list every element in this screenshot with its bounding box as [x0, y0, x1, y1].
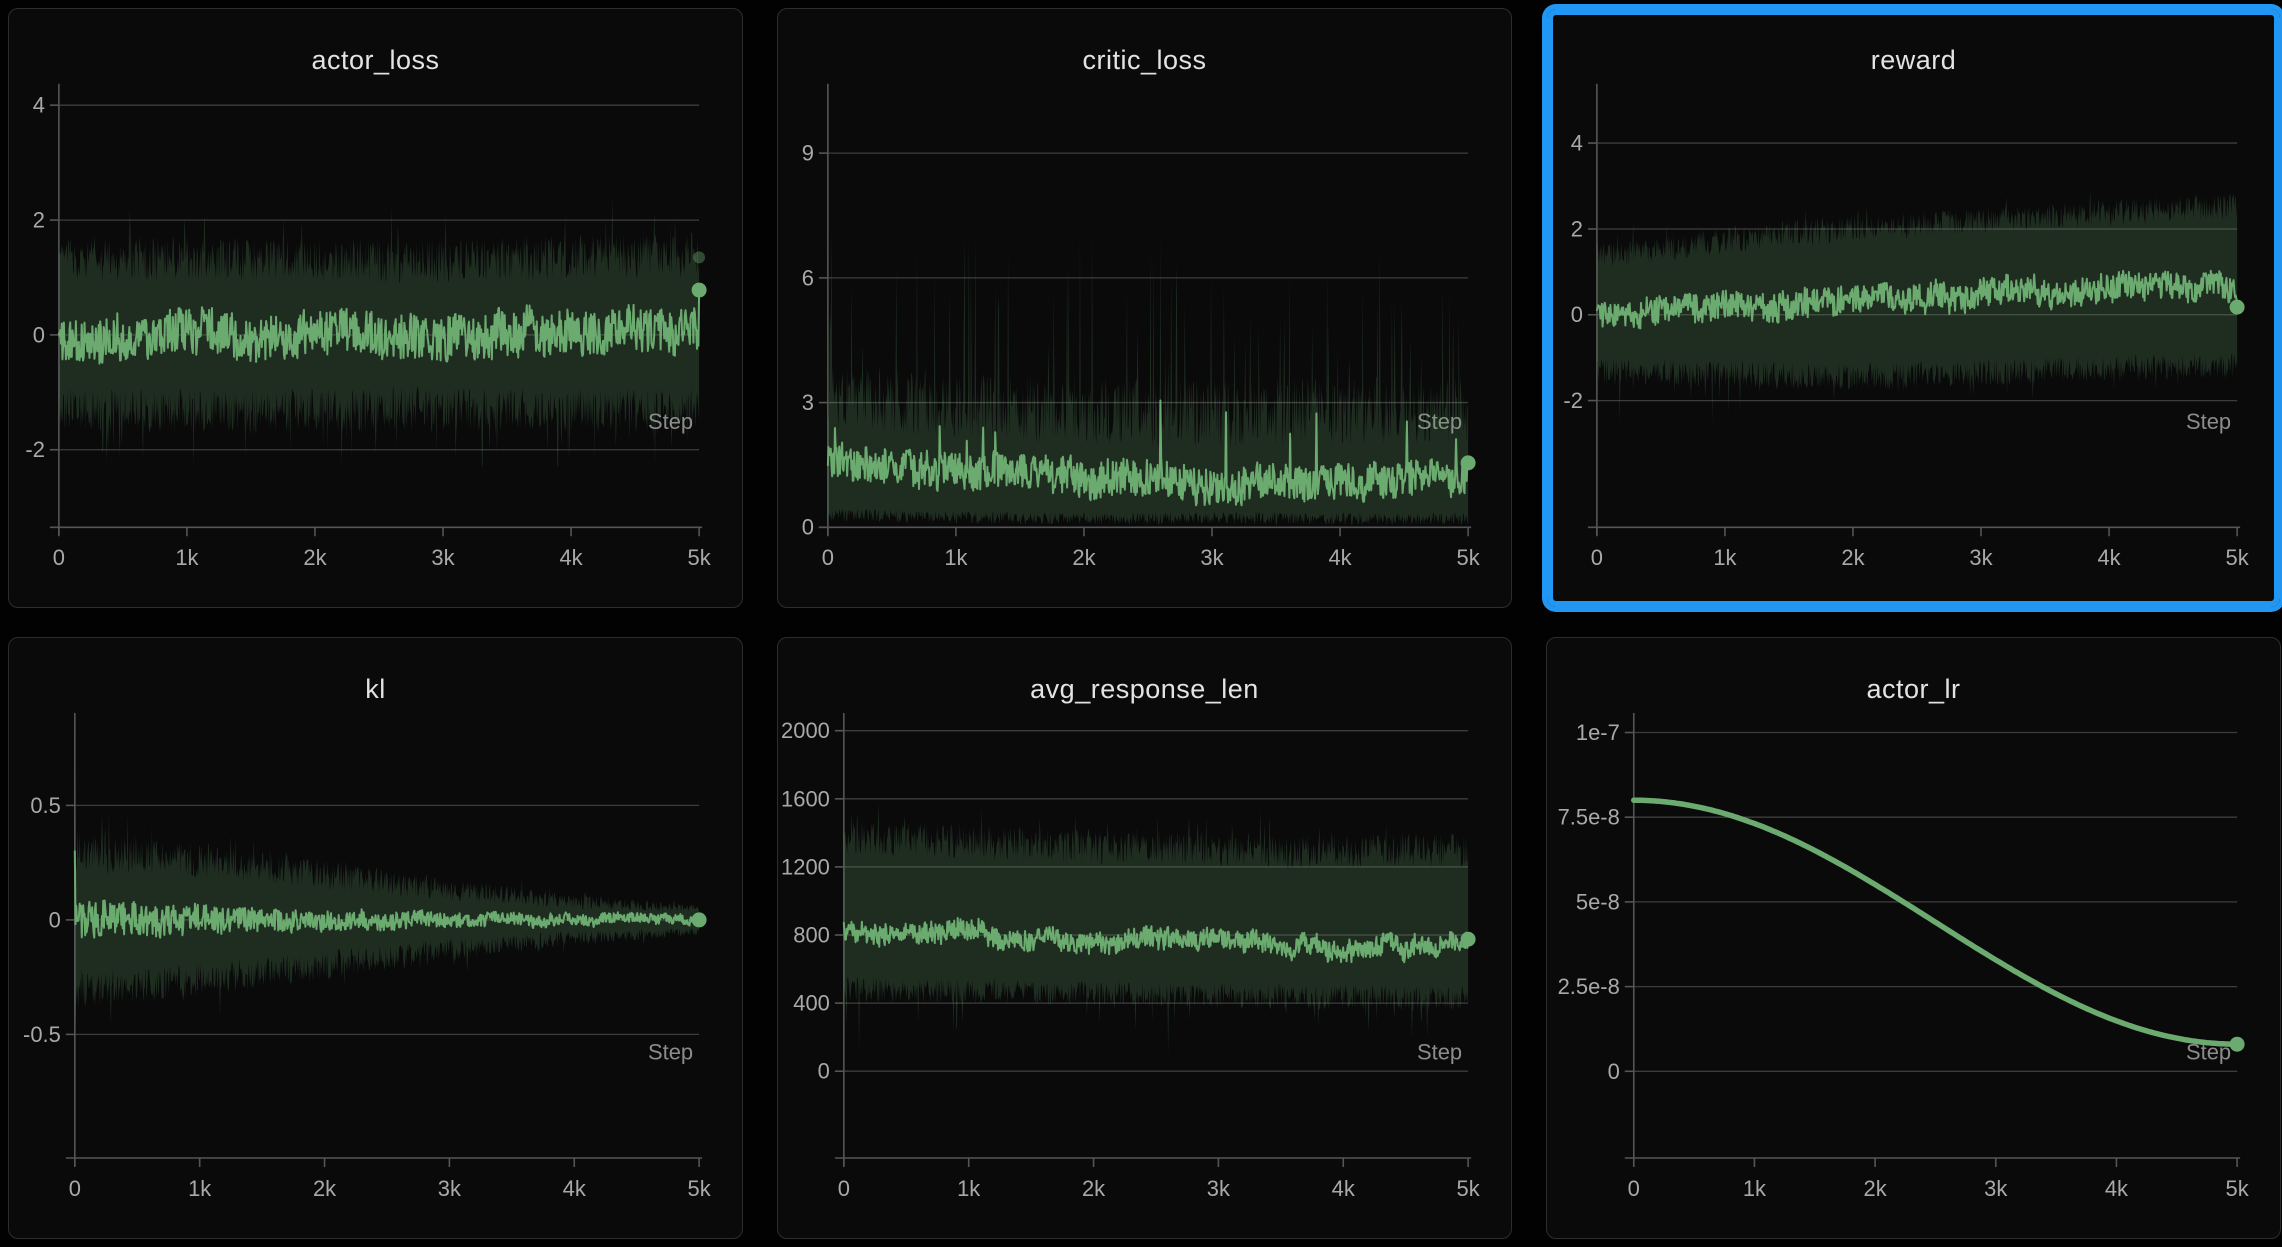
dashboard-chart-grid: actor_loss 420-201k2k3k4k5kStep critic_l…: [0, 0, 2282, 1247]
svg-text:3: 3: [802, 390, 814, 415]
svg-text:3k: 3k: [1200, 545, 1223, 570]
svg-text:2k: 2k: [1864, 1176, 1888, 1201]
svg-text:Step: Step: [2186, 409, 2231, 434]
svg-text:5k: 5k: [2226, 545, 2249, 570]
svg-text:2000: 2000: [781, 718, 830, 743]
svg-text:5k: 5k: [688, 1176, 712, 1201]
svg-text:4: 4: [33, 93, 45, 118]
svg-text:1200: 1200: [781, 854, 830, 879]
svg-text:5k: 5k: [2226, 1176, 2250, 1201]
svg-text:3k: 3k: [1207, 1176, 1231, 1201]
svg-text:-2: -2: [1563, 388, 1583, 413]
svg-text:5e-8: 5e-8: [1576, 889, 1620, 914]
svg-text:4k: 4k: [2097, 545, 2120, 570]
chart-panel-actor-lr[interactable]: actor_lr 1e-77.5e-85e-82.5e-8001k2k3k4k5…: [1546, 637, 2281, 1239]
svg-text:2k: 2k: [313, 1176, 337, 1201]
svg-text:0: 0: [1608, 1059, 1620, 1084]
svg-text:6: 6: [802, 265, 814, 290]
chart-panel-actor-loss[interactable]: actor_loss 420-201k2k3k4k5kStep: [8, 8, 743, 608]
svg-text:2: 2: [1571, 216, 1583, 241]
svg-text:Step: Step: [1417, 1039, 1462, 1064]
svg-text:-0.5: -0.5: [23, 1022, 61, 1047]
svg-text:1600: 1600: [781, 786, 830, 811]
svg-text:7.5e-8: 7.5e-8: [1558, 805, 1620, 830]
svg-text:2k: 2k: [303, 545, 326, 570]
svg-text:1k: 1k: [944, 545, 967, 570]
svg-text:4: 4: [1571, 131, 1583, 156]
svg-text:4k: 4k: [2105, 1176, 2129, 1201]
svg-text:-2: -2: [25, 437, 45, 462]
svg-text:1k: 1k: [1743, 1176, 1767, 1201]
svg-text:0: 0: [33, 322, 45, 347]
svg-text:2.5e-8: 2.5e-8: [1558, 974, 1620, 999]
svg-text:2k: 2k: [1072, 545, 1095, 570]
svg-text:4k: 4k: [563, 1176, 587, 1201]
svg-text:400: 400: [793, 991, 830, 1016]
svg-text:5k: 5k: [688, 545, 711, 570]
svg-text:800: 800: [793, 922, 830, 947]
svg-text:0: 0: [818, 1059, 830, 1084]
svg-text:1k: 1k: [188, 1176, 212, 1201]
chart-plot-actor-loss[interactable]: 420-201k2k3k4k5kStep: [9, 9, 742, 607]
svg-text:0: 0: [1591, 545, 1603, 570]
svg-text:4k: 4k: [559, 545, 582, 570]
svg-text:1e-7: 1e-7: [1576, 720, 1620, 745]
svg-text:0: 0: [49, 907, 61, 932]
chart-panel-kl[interactable]: kl 0.50-0.501k2k3k4k5kStep: [8, 637, 743, 1239]
svg-text:0.5: 0.5: [30, 793, 61, 818]
svg-text:5k: 5k: [1457, 545, 1480, 570]
svg-text:1k: 1k: [957, 1176, 981, 1201]
svg-text:0: 0: [822, 545, 834, 570]
chart-plot-reward[interactable]: 4 2 0 -2 0 1k 2k 3k 4k 5k Step: [1547, 9, 2280, 607]
svg-text:0: 0: [53, 545, 65, 570]
chart-plot-actor-lr[interactable]: 1e-77.5e-85e-82.5e-8001k2k3k4k5kStep: [1547, 638, 2280, 1238]
svg-text:4k: 4k: [1332, 1176, 1356, 1201]
svg-text:1k: 1k: [1713, 545, 1736, 570]
chart-plot-avg-response-len[interactable]: 2000 1600 1200 800 400 0 0 1k 2k 3k 4k 5k Step: [778, 638, 1511, 1238]
chart-panel-avg-response-len[interactable]: avg_response_len 200016001200800400001k2…: [777, 637, 1512, 1239]
svg-text:2k: 2k: [1082, 1176, 1106, 1201]
svg-text:0: 0: [838, 1176, 850, 1201]
chart-panel-reward[interactable]: reward 420-201k2k3k4k5kStep: [1546, 8, 2281, 608]
svg-text:0: 0: [69, 1176, 81, 1201]
svg-text:3k: 3k: [1969, 545, 1992, 570]
svg-text:4k: 4k: [1328, 545, 1351, 570]
svg-text:2k: 2k: [1841, 545, 1864, 570]
svg-text:2: 2: [33, 208, 45, 233]
svg-text:3k: 3k: [438, 1176, 462, 1201]
svg-text:3k: 3k: [431, 545, 454, 570]
svg-text:5k: 5k: [1457, 1176, 1481, 1201]
svg-text:3k: 3k: [1984, 1176, 2008, 1201]
svg-text:0: 0: [802, 515, 814, 540]
chart-plot-kl[interactable]: 0.5 0 -0.5 0 1k 2k 3k 4k 5k Step: [9, 638, 742, 1238]
svg-text:0: 0: [1628, 1176, 1640, 1201]
chart-plot-critic-loss[interactable]: 963001k2k3k4k5kStep: [778, 9, 1511, 607]
chart-panel-critic-loss[interactable]: critic_loss 963001k2k3k4k5kStep: [777, 8, 1512, 608]
svg-text:9: 9: [802, 141, 814, 166]
svg-text:Step: Step: [648, 1039, 693, 1064]
svg-text:0: 0: [1571, 302, 1583, 327]
svg-text:1k: 1k: [175, 545, 198, 570]
